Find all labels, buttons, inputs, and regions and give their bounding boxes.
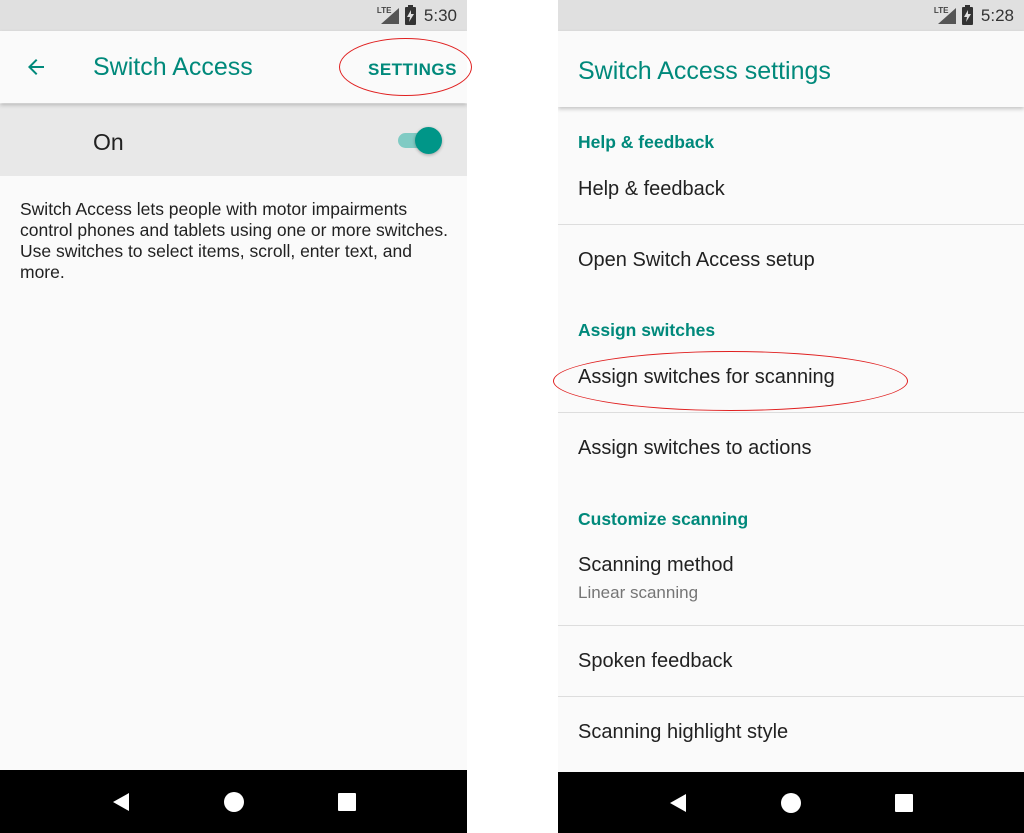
- back-triangle-icon: [670, 793, 687, 812]
- status-bar: LTE 5:30: [0, 0, 467, 31]
- pref-spoken-feedback[interactable]: Spoken feedback: [558, 626, 1024, 696]
- switch-thumb: [415, 127, 442, 154]
- pref-help-feedback[interactable]: Help & feedback: [558, 165, 1024, 225]
- home-circle-icon: [223, 791, 244, 812]
- section-header-assign: Assign switches: [578, 320, 716, 340]
- app-bar: Switch Access settings: [558, 31, 1024, 107]
- home-circle-icon: [780, 792, 801, 813]
- navigation-bar: [558, 772, 1024, 833]
- status-time: 5:30: [423, 5, 457, 25]
- nav-back-button[interactable]: [101, 782, 141, 822]
- nav-home-button[interactable]: [214, 782, 254, 822]
- nav-recents-button[interactable]: [327, 782, 367, 822]
- pref-scanning-method[interactable]: Scanning method Linear scanning: [558, 541, 1024, 625]
- battery-charging-icon: [961, 4, 973, 25]
- signal-icon: LTE: [377, 6, 399, 26]
- battery-charging-icon: [404, 4, 416, 25]
- switch-access-settings-screen: LTE 5:28 Switch Access settings Help & f…: [558, 0, 1024, 833]
- app-bar: Switch Access SETTINGS: [0, 31, 467, 103]
- page-title: Switch Access: [93, 53, 253, 81]
- navigation-bar: [0, 770, 467, 833]
- switch-access-toggle-row[interactable]: On: [0, 104, 467, 176]
- settings-button[interactable]: SETTINGS: [368, 58, 457, 82]
- nav-home-button[interactable]: [771, 783, 811, 823]
- pref-title: Assign switches to actions: [578, 437, 812, 459]
- toggle-label: On: [93, 129, 124, 155]
- nav-back-button[interactable]: [658, 783, 698, 823]
- pref-title: Assign switches for scanning: [578, 366, 835, 388]
- recents-square-icon: [894, 793, 913, 812]
- service-description: Switch Access lets people with motor imp…: [20, 199, 449, 282]
- pref-open-setup[interactable]: Open Switch Access setup: [558, 225, 1024, 295]
- pref-assign-actions[interactable]: Assign switches to actions: [558, 413, 1024, 483]
- on-off-switch[interactable]: [398, 126, 442, 154]
- status-bar: LTE 5:28: [558, 0, 1024, 31]
- status-time: 5:28: [980, 5, 1014, 25]
- section-header-customize: Customize scanning: [578, 509, 749, 529]
- recents-square-icon: [337, 792, 356, 811]
- switch-access-screen: LTE 5:30 Switch Access SETTINGS On Switc…: [0, 0, 467, 833]
- pref-title: Scanning highlight style: [578, 721, 789, 743]
- pref-assign-scanning[interactable]: Assign switches for scanning: [558, 353, 1024, 412]
- pref-summary: Linear scanning: [578, 583, 699, 602]
- page-title: Switch Access settings: [578, 57, 831, 85]
- pref-title: Help & feedback: [578, 178, 725, 200]
- pref-title: Open Switch Access setup: [578, 249, 815, 271]
- arrow-left-icon: [28, 59, 44, 75]
- signal-icon: LTE: [934, 6, 956, 26]
- pref-title: Scanning method: [578, 554, 734, 576]
- back-arrow-button[interactable]: [18, 51, 54, 83]
- nav-recents-button[interactable]: [884, 783, 924, 823]
- pref-highlight-style[interactable]: Scanning highlight style: [558, 697, 1024, 767]
- pref-title: Spoken feedback: [578, 650, 733, 672]
- section-header-help: Help & feedback: [578, 132, 715, 152]
- back-triangle-icon: [112, 792, 129, 811]
